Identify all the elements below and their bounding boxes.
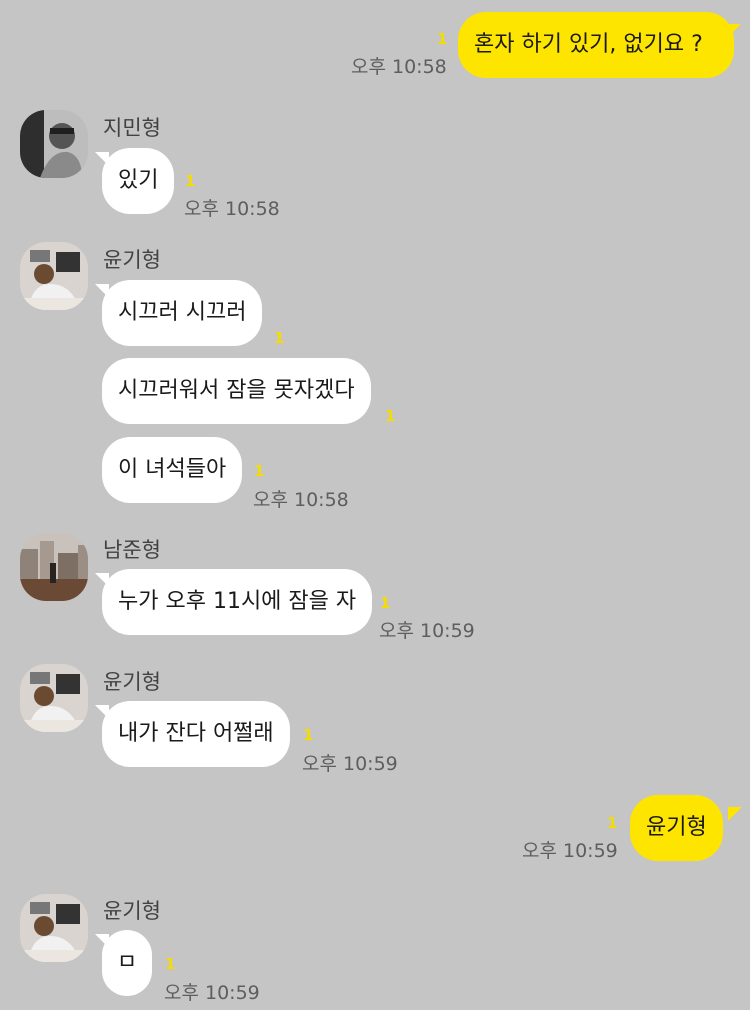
incoming-message-bubble[interactable]: 내가 잔다 어쩔래 <box>102 701 290 767</box>
message-time: 오후 10:59 <box>302 753 398 775</box>
message-time: 오후 10:58 <box>253 489 349 511</box>
incoming-message-bubble[interactable]: 시끄러 시끄러 <box>102 280 263 346</box>
message-time: 오후 10:59 <box>164 982 260 1004</box>
unread-count: 1 <box>607 814 618 832</box>
message-time: 오후 10:59 <box>522 840 618 862</box>
bubble-tail <box>728 807 742 821</box>
sender-name: 남준형 <box>103 538 161 562</box>
incoming-message-bubble[interactable]: 이 녀석들아 <box>102 437 243 503</box>
unread-count: 1 <box>254 462 265 480</box>
outgoing-message-bubble[interactable]: 혼자 하기 있기, 없기요 ? <box>458 12 734 78</box>
yoongi-avatar[interactable] <box>20 664 88 732</box>
incoming-message-bubble[interactable]: 누가 오후 11시에 잠을 자 <box>102 569 373 635</box>
bubble-tail <box>95 705 109 719</box>
unread-count: 1 <box>380 594 391 612</box>
unread-count: 1 <box>303 726 314 744</box>
outgoing-message-bubble[interactable]: 윤기형 <box>630 795 723 861</box>
jimin-avatar[interactable] <box>20 110 88 178</box>
unread-count: 1 <box>437 30 448 48</box>
incoming-message-bubble[interactable]: 시끄러워서 잠을 못자겠다 <box>102 358 371 424</box>
unread-count: 1 <box>385 407 396 425</box>
bubble-tail <box>95 152 109 166</box>
sender-name: 지민형 <box>103 116 161 140</box>
bubble-tail <box>727 24 741 38</box>
incoming-message-bubble[interactable]: ㅁ <box>102 930 152 996</box>
namjoon-avatar[interactable] <box>20 533 88 601</box>
bubble-tail <box>95 284 109 298</box>
message-time: 오후 10:59 <box>379 620 475 642</box>
unread-count: 1 <box>185 172 196 190</box>
yoongi-avatar[interactable] <box>20 894 88 962</box>
unread-count: 1 <box>274 329 285 347</box>
unread-count: 1 <box>165 955 176 973</box>
message-time: 오후 10:58 <box>351 56 447 78</box>
bubble-tail <box>95 934 109 948</box>
message-time: 오후 10:58 <box>184 198 280 220</box>
sender-name: 윤기형 <box>103 899 161 923</box>
bubble-tail <box>95 573 109 587</box>
incoming-message-bubble[interactable]: 있기 <box>102 148 175 214</box>
sender-name: 윤기형 <box>103 248 161 272</box>
sender-name: 윤기형 <box>103 670 161 694</box>
yoongi-avatar[interactable] <box>20 242 88 310</box>
